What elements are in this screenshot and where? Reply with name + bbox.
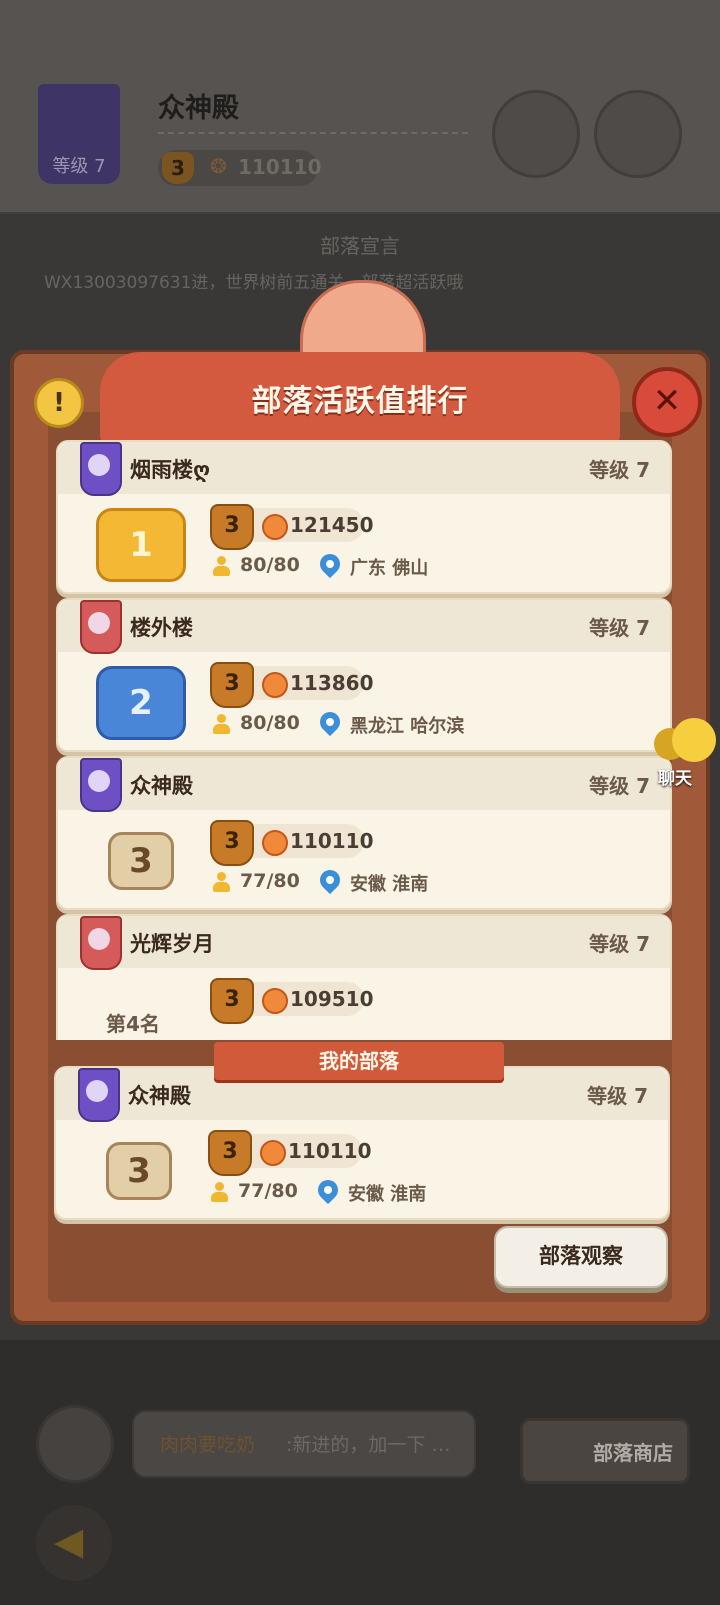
activity-score: 113860 xyxy=(290,671,374,695)
tribe-banner-icon xyxy=(80,916,122,970)
tribe-location: 安徽 淮南 xyxy=(350,874,429,895)
fire-icon xyxy=(260,1140,286,1166)
ranking-list[interactable]: 烟雨楼ღ 等级 7 1 3 121450 80/80 广东 佛山 楼外楼 等级 … xyxy=(56,440,672,1040)
tribe-level: 等级 7 xyxy=(589,458,650,482)
member-count: 80/80 xyxy=(240,554,300,576)
tribe-level: 等级 7 xyxy=(589,774,650,798)
activity-score: 121450 xyxy=(290,513,374,537)
modal-title: 部落活跃值排行 xyxy=(251,384,469,419)
fire-icon xyxy=(262,988,288,1014)
location-pin-icon xyxy=(315,549,345,579)
tribe-activity-value: 110110 xyxy=(238,155,322,179)
tribe-location: 广东 佛山 xyxy=(350,558,429,579)
my-tribe-row[interactable]: 众神殿 等级 7 3 3 110110 77/80 安徽 淮南 xyxy=(54,1066,670,1220)
tribe-banner-icon xyxy=(80,600,122,654)
tribe-activity-pill: 3 ❂ 110110 xyxy=(158,150,322,186)
location-pin-icon xyxy=(315,707,345,737)
tribe-location: 安徽 淮南 xyxy=(348,1184,427,1205)
rank-number: 3 xyxy=(108,832,174,890)
tribe-observe-button[interactable]: 部落观察 xyxy=(494,1226,668,1288)
activity-pill: 3 110110 xyxy=(210,820,374,866)
location-pin-icon xyxy=(315,865,345,895)
chat-float-label: 聊天 xyxy=(658,769,692,789)
tribe-shop-label: 部落商店 xyxy=(593,1441,673,1465)
activity-score: 110110 xyxy=(288,1139,372,1163)
tribe-banner-icon xyxy=(80,442,122,496)
activity-score: 110110 xyxy=(290,829,374,853)
info-icon[interactable]: ! xyxy=(34,378,84,428)
tribe-name: 光辉岁月 xyxy=(130,932,214,956)
title-divider xyxy=(158,132,468,134)
tribe-meta: 80/80 广东 佛山 xyxy=(210,549,650,580)
chat-username: 肉肉要吃奶 xyxy=(160,1434,256,1456)
rank-number: 2 xyxy=(96,666,186,740)
location-pin-icon xyxy=(313,1175,343,1205)
tier-shield-icon: 3 xyxy=(208,1130,252,1176)
rank-text: 第4名 xyxy=(106,1012,160,1036)
tribe-name: 烟雨楼ღ xyxy=(130,458,211,482)
rank-number: 1 xyxy=(96,508,186,582)
member-count: 77/80 xyxy=(240,870,300,892)
tribe-location: 黑龙江 哈尔滨 xyxy=(350,716,465,737)
ranking-row[interactable]: 楼外楼 等级 7 2 3 113860 80/80 黑龙江 哈尔滨 xyxy=(56,598,672,752)
fire-icon: ❂ xyxy=(210,154,227,178)
tribe-level: 等级 7 xyxy=(587,1084,648,1108)
tribe-level: 等级 7 xyxy=(589,616,650,640)
rank-badge-bronze-icon: 3 xyxy=(94,1134,178,1202)
activity-pill: 3 109510 xyxy=(210,978,374,1024)
tribe-name: 楼外楼 xyxy=(130,616,193,640)
person-icon xyxy=(210,1182,228,1202)
tier-shield-icon: 3 xyxy=(210,978,254,1024)
declaration-title: 部落宣言 xyxy=(320,234,400,258)
tier-shield-icon: 3 xyxy=(210,820,254,866)
tribe-meta: 80/80 黑龙江 哈尔滨 xyxy=(210,707,650,738)
chat-message: :新进的，加一下 … xyxy=(286,1434,451,1456)
tribe-banner-level: 等级 7 xyxy=(52,156,106,177)
tier-shield-icon: 3 xyxy=(162,152,194,184)
person-icon xyxy=(212,872,230,892)
rank-badge-gold-icon: 1 xyxy=(96,508,186,582)
tribe-meta: 77/80 安徽 淮南 xyxy=(210,865,650,896)
member-count: 80/80 xyxy=(240,712,300,734)
activity-score: 109510 xyxy=(290,987,374,1011)
smiley-icon xyxy=(672,718,716,762)
chat-bubble-icon[interactable] xyxy=(36,1405,114,1483)
ranking-row[interactable]: 众神殿 等级 7 3 3 110110 77/80 安徽 淮南 xyxy=(56,756,672,910)
ranking-button[interactable] xyxy=(594,90,682,178)
tribe-banner-icon xyxy=(78,1068,120,1122)
tribe-meta: 77/80 安徽 淮南 xyxy=(208,1175,648,1206)
fire-icon xyxy=(262,672,288,698)
activity-pill: 3 113860 xyxy=(210,662,374,708)
activity-pill: 3 121450 xyxy=(210,504,374,550)
tribe-name: 众神殿 xyxy=(130,774,193,798)
tribe-banner-icon xyxy=(80,758,122,812)
tier-shield-icon: 3 xyxy=(210,504,254,550)
tribe-shop-button[interactable]: 部落商店 xyxy=(520,1418,690,1484)
tribe-name: 众神殿 xyxy=(128,1084,191,1108)
chat-preview[interactable]: 肉肉要吃奶 :新进的，加一下 … xyxy=(132,1410,476,1478)
person-icon xyxy=(212,556,230,576)
close-icon[interactable]: ✕ xyxy=(632,367,702,437)
chat-float-button[interactable]: 聊天 xyxy=(650,718,720,789)
rank-badge-silver-icon: 2 xyxy=(96,666,186,740)
person-icon xyxy=(212,714,230,734)
declaration-text: WX13003097631进，世界树前五通关，部落超活跃哦 xyxy=(44,273,464,293)
tribe-banner-icon: 等级 7 xyxy=(38,84,120,184)
member-count: 77/80 xyxy=(238,1180,298,1202)
tribe-level: 等级 7 xyxy=(589,932,650,956)
tier-shield-icon: 3 xyxy=(210,662,254,708)
rank-badge-bronze-icon: 3 xyxy=(96,824,180,892)
back-arrow-icon[interactable]: ◀ xyxy=(36,1505,112,1581)
my-tribe-label: 我的部落 xyxy=(214,1042,504,1080)
ranking-row[interactable]: 光辉岁月 等级 7 第4名 3 109510 xyxy=(56,914,672,1040)
activity-pill: 3 110110 xyxy=(208,1130,372,1176)
tribe-name: 众神殿 xyxy=(158,93,239,124)
ranking-row[interactable]: 烟雨楼ღ 等级 7 1 3 121450 80/80 广东 佛山 xyxy=(56,440,672,594)
fire-icon xyxy=(262,830,288,856)
fire-icon xyxy=(262,514,288,540)
leader-avatar-button[interactable] xyxy=(492,90,580,178)
rank-number: 3 xyxy=(106,1142,172,1200)
